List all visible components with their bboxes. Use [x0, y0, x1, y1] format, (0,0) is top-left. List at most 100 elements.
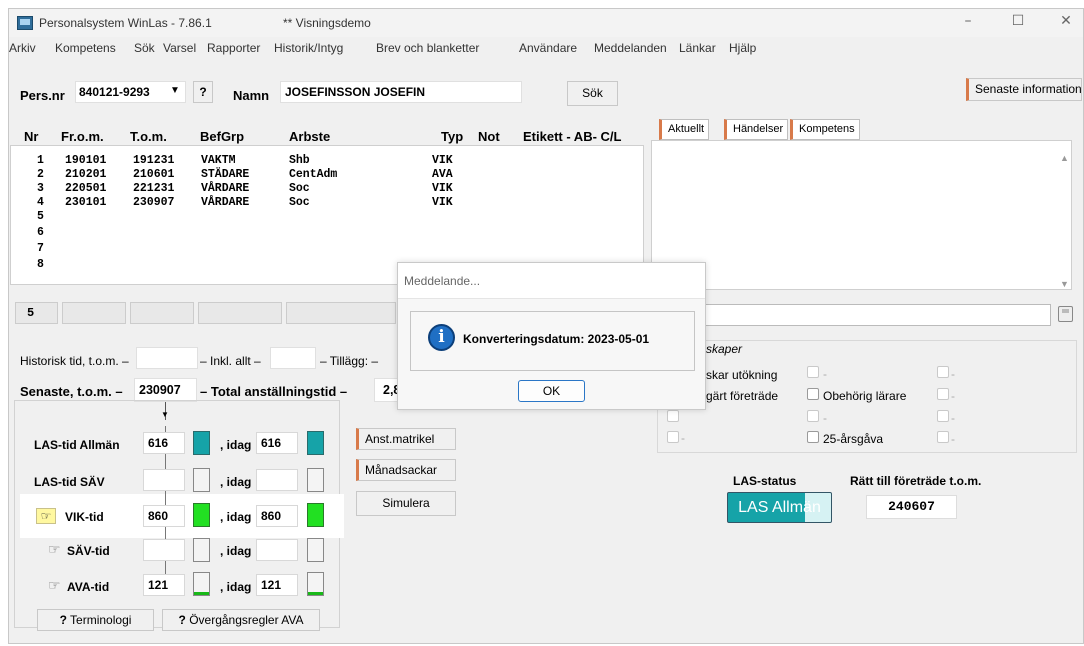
property-checkbox[interactable]: [807, 366, 819, 378]
property-checkbox[interactable]: [667, 431, 679, 443]
overgangsregler-button[interactable]: ? Övergångsregler AVA: [162, 609, 320, 631]
menu-varsel[interactable]: Varsel: [163, 41, 196, 55]
pointing-hand-icon[interactable]: ☞: [48, 578, 61, 594]
edit-arbste-field[interactable]: [286, 302, 396, 324]
menu-kompetens[interactable]: Kompetens: [55, 41, 116, 55]
note-input[interactable]: [700, 304, 1051, 326]
latest-info-button[interactable]: Senaste information: [966, 78, 1082, 101]
foretrade-date: 240607: [866, 495, 957, 519]
property-checkbox[interactable]: [937, 366, 949, 378]
menu-historik[interactable]: Historik/Intyg: [274, 41, 343, 55]
table-row[interactable]: 3 220501 221231 VÅRDARE Soc VIK: [11, 182, 643, 195]
property-checkbox[interactable]: [937, 431, 949, 443]
arsgava-label: 25-årsgåva: [823, 432, 884, 446]
property-checkbox[interactable]: [937, 388, 949, 400]
scroll-down-icon[interactable]: ▼: [1060, 279, 1069, 289]
vik-tid-field: 860: [143, 505, 185, 527]
las-sav-label: LAS-tid SÄV: [34, 475, 105, 489]
property-checkbox[interactable]: [667, 410, 679, 422]
app-icon: [17, 16, 33, 30]
menu-meddelanden[interactable]: Meddelanden: [594, 41, 667, 55]
ava-tid-idag-indicator: [307, 572, 324, 596]
terminologi-button[interactable]: ? Terminologi: [37, 609, 154, 631]
property-checkbox[interactable]: [807, 410, 819, 422]
sav-tid-indicator: [193, 538, 210, 562]
edit-from-field[interactable]: [62, 302, 126, 324]
minimize-icon[interactable]: –: [948, 13, 988, 33]
save-icon[interactable]: [1058, 306, 1073, 322]
properties-header: skaper: [706, 342, 743, 356]
ava-tid-indicator: [193, 572, 210, 596]
vik-tid-indicator: [193, 503, 210, 527]
message-dialog: Meddelande... i Konverteringsdatum: 2023…: [397, 262, 706, 410]
table-row[interactable]: 2 210201 210601 STÄDARE CentAdm AVA: [11, 168, 643, 181]
tab-kompetens[interactable]: Kompetens: [790, 119, 860, 140]
sav-tid-idag-indicator: [307, 538, 324, 562]
col-header-arbste: Arbste: [289, 129, 331, 144]
arsgava-checkbox[interactable]: [807, 431, 819, 443]
menu-arkiv[interactable]: Arkiv: [9, 41, 36, 55]
historisk-field[interactable]: [136, 347, 198, 369]
table-row[interactable]: 4 230101 230907 VÅRDARE Soc VIK: [11, 196, 643, 209]
menu-hjalp[interactable]: Hjälp: [729, 41, 756, 55]
senaste-label: Senaste, t.o.m. –: [20, 384, 123, 399]
las-allman-indicator: [193, 431, 210, 455]
las-allman-label: LAS-tid Allmän: [34, 438, 120, 452]
col-header-from: Fr.o.m.: [61, 129, 104, 144]
senaste-field: 230907: [134, 378, 197, 402]
close-icon[interactable]: ✕: [1046, 13, 1084, 33]
inkl-field[interactable]: [270, 347, 316, 369]
menu-anvandare[interactable]: Användare: [519, 41, 577, 55]
idag-label: , idag: [220, 438, 252, 452]
pnr-value: 840121-9293: [79, 85, 150, 99]
anst-matrikel-button[interactable]: Anst.matrikel: [356, 428, 456, 450]
namn-label: Namn: [233, 88, 270, 103]
pointing-hand-icon[interactable]: ☞: [48, 542, 61, 558]
manadsackar-button[interactable]: Månadsackar: [356, 459, 456, 481]
namn-field[interactable]: JOSEFINSSON JOSEFIN: [280, 81, 522, 103]
tab-handelser[interactable]: Händelser: [724, 119, 789, 140]
window-title: Personalsystem WinLas - 7.86.1: [39, 16, 212, 30]
edit-nr-field[interactable]: 5: [15, 302, 58, 324]
pnr-label: Pers.nr: [20, 88, 65, 103]
idag-label: , idag: [220, 580, 252, 594]
pnr-help-button[interactable]: ?: [193, 81, 213, 103]
title-bar: Personalsystem WinLas - 7.86.1 ** Visnin…: [9, 9, 1083, 37]
table-row[interactable]: 1 190101 191231 VAKTM Shb VIK: [11, 154, 643, 167]
notes-pane[interactable]: ▲ ▼: [651, 140, 1072, 290]
property-checkbox[interactable]: [937, 410, 949, 422]
las-allman-idag-field: 616: [256, 432, 298, 454]
ava-tid-idag-field: 121: [256, 574, 298, 596]
total-label: – Total anställningstid –: [200, 384, 348, 399]
property-label: gärt företräde: [706, 389, 779, 403]
obehorig-larare-checkbox[interactable]: [807, 388, 819, 400]
menu-rapporter[interactable]: Rapporter: [207, 41, 260, 55]
pointing-hand-icon[interactable]: ☞: [36, 508, 56, 524]
property-label: skar utökning: [706, 368, 778, 382]
vik-tid-label: VIK-tid: [65, 510, 104, 524]
pnr-select[interactable]: 840121-9293 ▼: [75, 81, 186, 103]
tab-aktuellt[interactable]: Aktuellt: [659, 119, 710, 140]
historisk-label: Historisk tid, t.o.m. –: [20, 354, 129, 368]
simulera-button[interactable]: Simulera: [356, 491, 456, 516]
edit-tom-field[interactable]: [130, 302, 194, 324]
ok-button[interactable]: OK: [518, 380, 585, 402]
sav-tid-field: [143, 539, 185, 561]
maximize-icon[interactable]: ☐: [998, 13, 1038, 33]
menu-lankar[interactable]: Länkar: [679, 41, 716, 55]
dialog-message: Konverteringsdatum: 2023-05-01: [463, 332, 650, 346]
dialog-title: Meddelande...: [398, 263, 705, 299]
las-sav-field: [143, 469, 185, 491]
tillagg-label: – Tillägg: –: [320, 354, 379, 368]
scroll-up-icon[interactable]: ▲: [1060, 153, 1069, 163]
help-icon: ?: [178, 613, 186, 627]
demo-label: ** Visningsdemo: [283, 16, 371, 30]
menu-sok[interactable]: Sök: [134, 41, 155, 55]
search-button[interactable]: Sök: [567, 81, 618, 106]
help-icon: ?: [59, 613, 67, 627]
ava-tid-field: 121: [143, 574, 185, 596]
las-status-badge: LAS Allmän: [727, 492, 832, 523]
las-sav-idag-indicator: [307, 468, 324, 492]
menu-brev[interactable]: Brev och blanketter: [376, 41, 479, 55]
edit-befgrp-field[interactable]: [198, 302, 282, 324]
